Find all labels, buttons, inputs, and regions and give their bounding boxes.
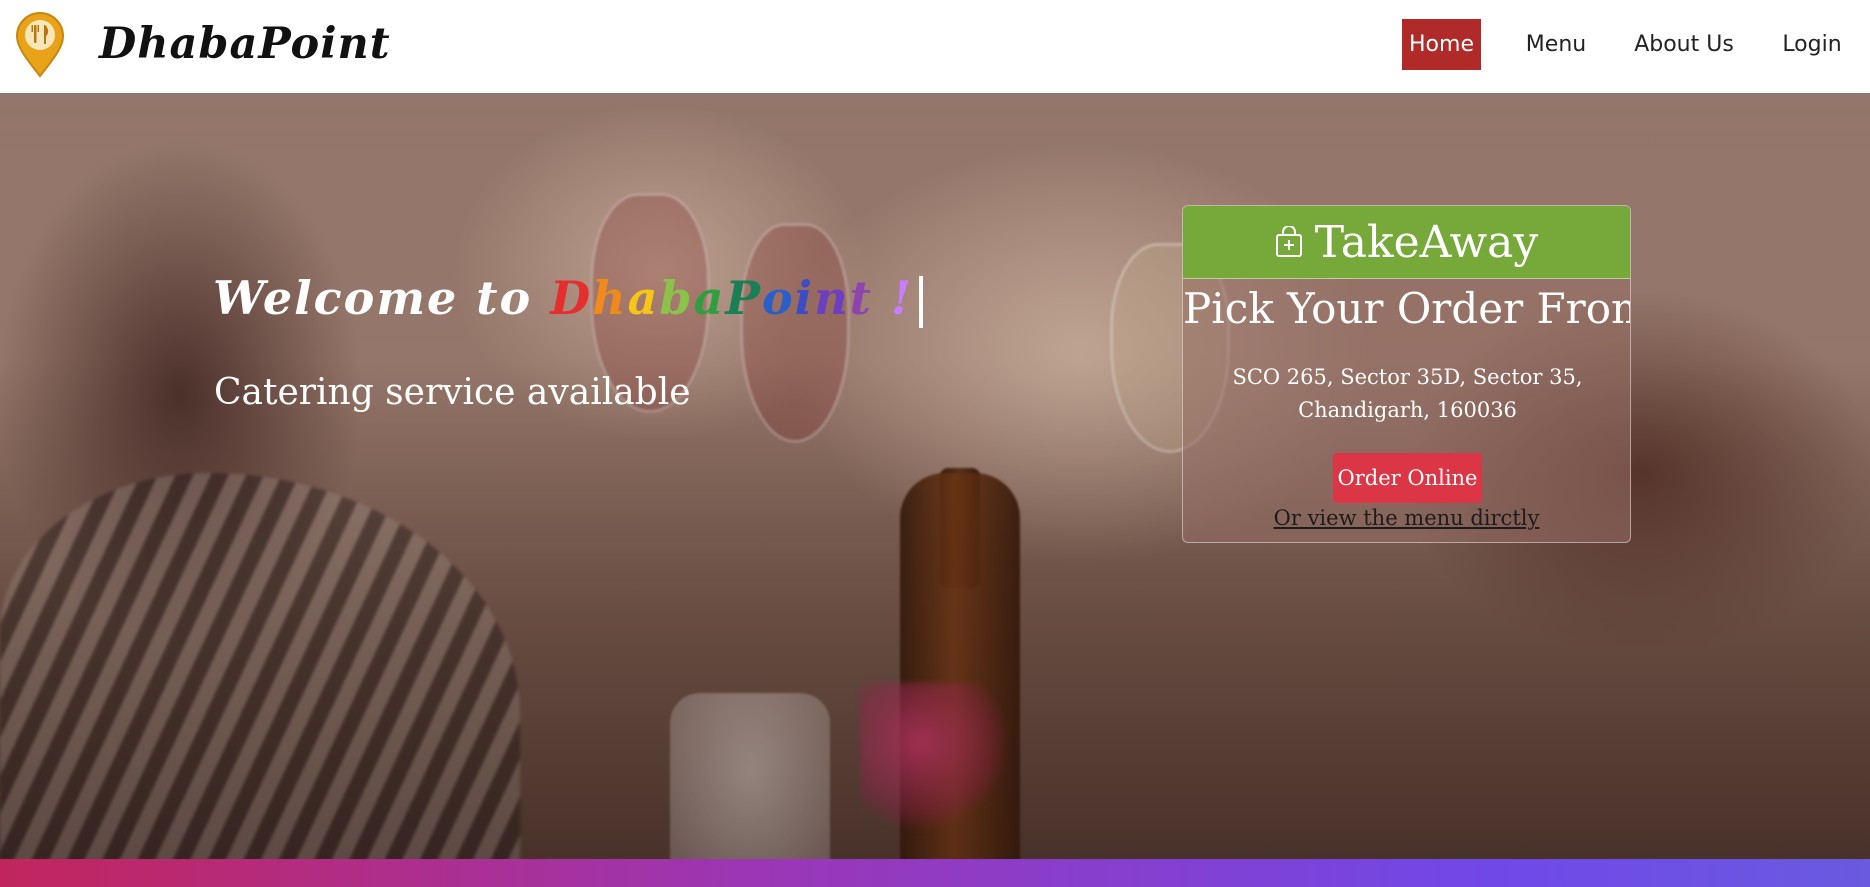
typing-cursor <box>919 276 924 328</box>
rainbow-letter: n <box>814 271 850 325</box>
takeaway-card-header: TakeAway <box>1183 206 1630 279</box>
navbar: DhabaPoint Home Menu About Us Login <box>0 0 1870 93</box>
rainbow-letter: o <box>761 271 795 325</box>
takeaway-subtitle: Pick Your Order From <box>1183 284 1631 333</box>
address-line-1: SCO 265, Sector 35D, Sector 35, <box>1232 365 1583 389</box>
nav-menu[interactable]: Menu <box>1515 19 1597 70</box>
welcome-prefix: Welcome to <box>213 271 533 325</box>
nav-home[interactable]: Home <box>1402 19 1481 70</box>
rainbow-letter: a <box>693 271 726 325</box>
brand-name[interactable]: DhabaPoint <box>99 14 391 74</box>
shopping-bag-plus-icon <box>1275 226 1302 257</box>
takeaway-address: SCO 265, Sector 35D, Sector 35, Chandiga… <box>1223 361 1592 427</box>
rainbow-letter: D <box>550 271 593 325</box>
nav-about-us[interactable]: About Us <box>1628 19 1740 70</box>
view-menu-link[interactable]: Or view the menu dirctly <box>1183 506 1630 530</box>
takeaway-title: TakeAway <box>1314 216 1539 268</box>
address-line-2: Chandigarh, 160036 <box>1298 398 1517 422</box>
rainbow-letter: b <box>659 271 694 325</box>
rainbow-letter: P <box>725 271 762 325</box>
rainbow-letter: a <box>627 271 660 325</box>
order-online-button[interactable]: Order Online <box>1333 453 1482 503</box>
takeaway-card: TakeAway Pick Your Order From SCO 265, S… <box>1182 205 1631 543</box>
hero-tagline: Catering service available <box>214 372 691 413</box>
bottom-gradient-strip <box>0 859 1870 887</box>
rainbow-letter: t <box>849 271 873 325</box>
rainbow-letter: i <box>794 271 815 325</box>
map-pin-fork-knife-icon[interactable] <box>14 12 66 78</box>
rainbow-letter: h <box>592 271 628 325</box>
welcome-heading: Welcome to DhabaPoint ! <box>213 268 924 328</box>
welcome-suffix: ! <box>872 271 914 325</box>
nav-login[interactable]: Login <box>1774 19 1850 70</box>
welcome-brand-rainbow: DhabaPoint <box>550 271 873 325</box>
